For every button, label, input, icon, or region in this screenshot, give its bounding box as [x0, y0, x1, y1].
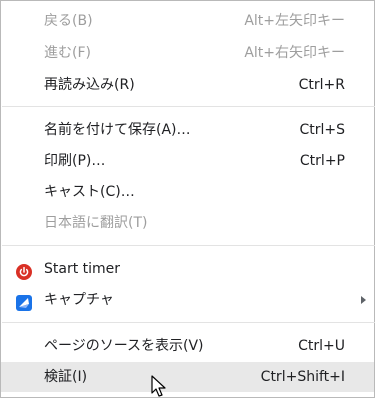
menu-item-cast[interactable]: キャスト(C)… [1, 177, 374, 207]
menu-item-label: キャプチャ [44, 292, 114, 308]
submenu-arrow-icon [361, 296, 366, 304]
menu-item-label: 印刷(P)… [44, 153, 106, 169]
menu-item-label: 進む(F) [44, 45, 91, 61]
menu-separator [2, 322, 375, 323]
menu-item-label: 戻る(B) [44, 13, 93, 29]
capture-extension-icon [16, 292, 32, 311]
menu-item-translate: 日本語に翻訳(T) [1, 208, 374, 238]
menu-item-label: 日本語に翻訳(T) [44, 215, 148, 231]
power-icon [16, 261, 32, 280]
menu-item-shortcut: Ctrl+S [299, 122, 345, 138]
menu-item-reload[interactable]: 再読み込み(R) Ctrl+R [1, 70, 374, 100]
context-menu: 戻る(B) Alt+左矢印キー 進む(F) Alt+右矢印キー 再読み込み(R)… [0, 0, 375, 398]
menu-item-label: 検証(I) [44, 369, 88, 385]
menu-item-shortcut: Ctrl+Shift+I [260, 369, 345, 385]
menu-item-shortcut: Ctrl+U [298, 338, 345, 354]
menu-item-view-source[interactable]: ページのソースを表示(V) Ctrl+U [1, 331, 374, 361]
menu-item-shortcut: Alt+左矢印キー [244, 13, 345, 29]
menu-item-print[interactable]: 印刷(P)… Ctrl+P [1, 146, 374, 176]
menu-separator [2, 106, 375, 107]
menu-item-inspect[interactable]: 検証(I) Ctrl+Shift+I [1, 362, 374, 392]
menu-item-shortcut: Ctrl+P [299, 153, 345, 169]
menu-item-shortcut: Ctrl+R [298, 77, 345, 93]
menu-item-shortcut: Alt+右矢印キー [244, 45, 345, 61]
menu-item-start-timer[interactable]: Start timer [1, 254, 374, 284]
menu-item-label: キャスト(C)… [44, 184, 135, 200]
menu-item-save-as[interactable]: 名前を付けて保存(A)… Ctrl+S [1, 115, 374, 145]
menu-item-forward: 進む(F) Alt+右矢印キー [1, 38, 374, 68]
menu-item-capture[interactable]: キャプチャ [1, 285, 374, 315]
menu-item-back: 戻る(B) Alt+左矢印キー [1, 6, 374, 36]
menu-item-label: ページのソースを表示(V) [44, 338, 204, 354]
mouse-pointer-icon [151, 375, 167, 399]
menu-item-label: Start timer [44, 261, 121, 277]
menu-item-label: 再読み込み(R) [44, 77, 135, 93]
menu-separator [2, 245, 375, 246]
menu-item-label: 名前を付けて保存(A)… [44, 122, 191, 138]
